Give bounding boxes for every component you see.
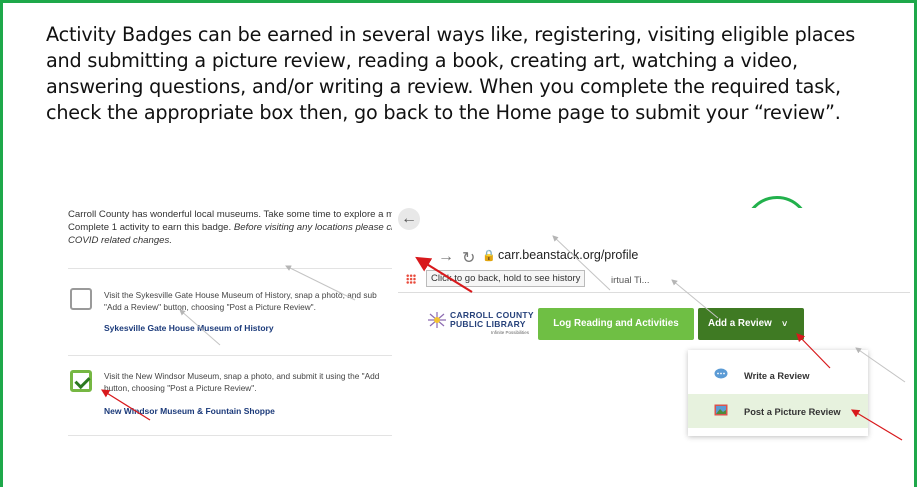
- menu-item-label: Post a Picture Review: [744, 407, 841, 417]
- chevron-down-icon: ˅: [782, 319, 788, 329]
- divider: [398, 292, 910, 293]
- library-name[interactable]: CARROLL COUNTY PUBLIC LIBRARY: [450, 311, 534, 329]
- add-review-button[interactable]: Add a Review ˅: [698, 308, 804, 340]
- library-logo-icon: [428, 312, 446, 328]
- badge-activity-panel: Carroll County has wonderful local museu…: [62, 200, 392, 440]
- activity-text: Visit the New Windsor Museum, snap a pho…: [104, 371, 392, 394]
- menu-item-post-picture-review[interactable]: Post a Picture Review: [688, 394, 868, 428]
- bookmark-label[interactable]: irtual Ti...: [611, 275, 650, 286]
- address-bar[interactable]: carr.beanstack.org/profile: [498, 248, 638, 262]
- activity-text-line: "Add a Review" button, choosing "Post a …: [104, 301, 316, 312]
- divider: [68, 435, 392, 436]
- add-review-menu: Write a Review Post a Picture Review: [688, 350, 868, 436]
- divider: [68, 268, 392, 269]
- library-tagline: Infinite Possibilities: [491, 330, 530, 335]
- back-tooltip: Click to go back, hold to see history: [426, 270, 586, 287]
- reload-icon[interactable]: ↻: [462, 248, 475, 268]
- intro-text: Activity Badges can be earned in several…: [46, 23, 856, 124]
- menu-item-label: Write a Review: [744, 371, 810, 381]
- lock-icon: 🔒: [482, 250, 496, 262]
- activity-checkbox-sykesville[interactable]: [70, 288, 92, 310]
- badge-description: Carroll County has wonderful local museu…: [68, 208, 392, 247]
- activity-text-line: Visit the New Windsor Museum, snap a pho…: [104, 371, 380, 381]
- log-reading-button[interactable]: Log Reading and Activities: [538, 308, 694, 340]
- menu-item-write-review[interactable]: Write a Review: [688, 358, 868, 392]
- add-review-label: Add a Review: [708, 318, 772, 329]
- activity-link-sykesville[interactable]: Sykesville Gate House Museum of History: [104, 323, 274, 333]
- activity-text-line: Visit the Sykesville Gate House Museum o…: [104, 290, 377, 300]
- library-name-line: PUBLIC LIBRARY: [450, 319, 526, 329]
- browser-panel: ← → ↻ 🔒 carr.beanstack.org/profile Click…: [398, 208, 910, 448]
- activity-checkbox-new-windsor[interactable]: [70, 370, 92, 392]
- forward-arrow-icon[interactable]: →: [438, 248, 454, 266]
- browser-toolbar: ← → ↻ 🔒 carr.beanstack.org/profile Click…: [398, 208, 910, 288]
- chat-bubble-icon: [714, 368, 728, 379]
- picture-icon: [714, 404, 728, 416]
- activity-link-new-windsor[interactable]: New Windsor Museum & Fountain Shoppe: [104, 406, 275, 416]
- activity-text: Visit the Sykesville Gate House Museum o…: [104, 290, 392, 313]
- activity-text-line: button, choosing "Post a Picture Review"…: [104, 382, 257, 393]
- divider: [68, 355, 392, 356]
- apps-grid-icon[interactable]: [406, 274, 416, 284]
- back-arrow-icon[interactable]: ←: [398, 208, 420, 230]
